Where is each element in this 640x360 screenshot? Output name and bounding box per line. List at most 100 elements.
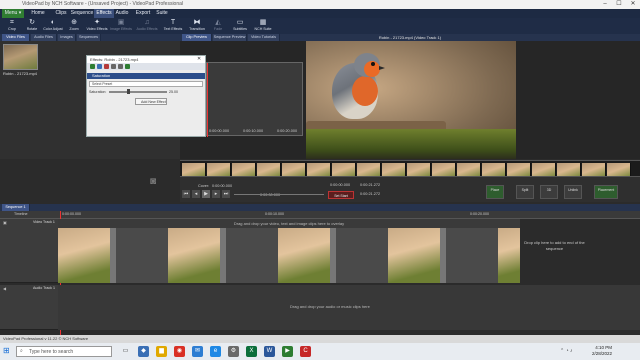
tab-video-tutorials[interactable]: Video Tutorials	[248, 34, 280, 41]
unlink-button[interactable]: Unlink	[564, 185, 582, 199]
tab-clip-preview[interactable]: Clip Preview	[182, 34, 212, 41]
graph-time-2: 0:00:20.000	[277, 129, 298, 133]
video-clip-frame[interactable]	[168, 228, 220, 283]
placement-button[interactable]: Placement	[594, 185, 618, 199]
remove-effect-icon[interactable]	[104, 64, 109, 69]
play-button[interactable]: ▶	[202, 190, 210, 198]
menu-item-export[interactable]: Export	[134, 9, 152, 18]
video-effects-button[interactable]: ✦ Video Effects	[86, 19, 108, 33]
menu-item-clips[interactable]: Clips	[52, 9, 70, 18]
edge-icon[interactable]: e	[210, 346, 221, 357]
saturation-slider-thumb[interactable]	[127, 89, 130, 94]
menu-item-effects[interactable]: Effects	[94, 9, 114, 18]
track-visible-icon[interactable]: ▣	[3, 220, 7, 225]
file-explorer-icon[interactable]: ▆	[156, 346, 167, 357]
taskbar-clock[interactable]: 4:10 PM 2/28/2022	[592, 345, 612, 357]
graph-playhead[interactable]	[207, 63, 208, 137]
clip-gap	[440, 228, 446, 283]
move-up-icon[interactable]	[111, 64, 116, 69]
excel-icon[interactable]: X	[246, 346, 257, 357]
video-clip-frame[interactable]	[388, 228, 440, 283]
tab-audio-files[interactable]: Audio Files	[31, 34, 57, 41]
taskbar: ⊞ Type here to search ⌕ ▭ ◆ ▆ ◉ ✉ e ⚙ X …	[0, 343, 640, 360]
film-frame	[507, 163, 531, 176]
tab-video-files[interactable]: Video Files	[2, 34, 30, 41]
minimize-button[interactable]: –	[598, 0, 612, 9]
word-icon[interactable]: W	[264, 346, 275, 357]
saturation-value[interactable]: 25.00	[169, 90, 178, 94]
taskbar-search[interactable]: Type here to search	[16, 346, 112, 357]
zoom-button[interactable]: ⊕ Zoom	[64, 19, 84, 33]
subtitles-button[interactable]: ▭ Subtitles	[230, 19, 250, 33]
timeline-ruler[interactable]: Timeline 0:00:00.000 0:00:10.000 0:00:20…	[0, 211, 640, 219]
bin-tab-bar: Video Files Audio Files Images Sequences	[0, 34, 180, 41]
nch-suite-button[interactable]: ▦ NCH Suite	[252, 19, 274, 33]
app-icon[interactable]: C	[300, 346, 311, 357]
scrub-bar[interactable]	[234, 194, 324, 195]
effects-close-icon[interactable]: ✕	[197, 56, 201, 62]
place-label: Place	[490, 188, 500, 192]
menu-item-home[interactable]: Home	[28, 9, 48, 18]
maximize-button[interactable]: ☐	[612, 0, 626, 9]
video-clip-frame[interactable]	[498, 228, 520, 283]
settings-icon[interactable]: ⚙	[228, 346, 239, 357]
effects-window: Effects: Robin - 21723.mp4 ✕ Saturation …	[86, 55, 206, 137]
audio-effects-button[interactable]: ♫ Audio Effects	[136, 19, 158, 33]
image-effects-button[interactable]: ▣ Image Effects	[110, 19, 132, 33]
menu-item-suite[interactable]: Suite	[154, 9, 170, 18]
audio-effects-icon: ♫	[144, 19, 150, 26]
chrome-icon[interactable]: ◉	[174, 346, 185, 357]
mail-icon[interactable]: ✉	[192, 346, 203, 357]
set-start-button[interactable]: Set Start	[328, 191, 354, 199]
forward-button[interactable]: ▸	[212, 190, 220, 198]
overlay-hint: Drag and drop your video, text and image…	[233, 221, 345, 226]
rewind-button[interactable]: ◂	[192, 190, 200, 198]
keyframe-icon[interactable]	[125, 64, 130, 69]
crop-button[interactable]: ⌗ Crop	[2, 19, 22, 33]
video-clip-frame[interactable]	[278, 228, 330, 283]
end-drop-zone[interactable]: Drop clip here to add to end of the sequ…	[522, 240, 587, 251]
add-effect-icon[interactable]	[90, 64, 95, 69]
robin-beak	[379, 66, 385, 70]
move-down-icon[interactable]	[118, 64, 123, 69]
graph-time-0: 0:00:00.000	[209, 129, 230, 133]
system-tray-icons[interactable]: ⌃ ◔ ♪	[560, 348, 573, 354]
saturation-slider[interactable]	[109, 91, 167, 93]
fade-button[interactable]: ◭ Fade	[208, 19, 228, 33]
tab-sequences[interactable]: Sequences	[77, 34, 101, 41]
keyframe-graph[interactable]: 0:00:00.000 0:00:10.000 0:00:20.000	[206, 62, 303, 137]
effect-name: Saturation	[92, 73, 111, 78]
video-viewer[interactable]	[306, 41, 516, 159]
speaker-icon[interactable]: ◀	[3, 286, 6, 291]
prev-frame-button[interactable]: ⏮	[182, 190, 190, 198]
preset-select[interactable]: Select Preset	[89, 81, 203, 87]
tab-sequence-1[interactable]: Sequence 1	[2, 204, 30, 211]
3d-button[interactable]: 3D	[540, 185, 558, 199]
video-clip-frame[interactable]	[58, 228, 110, 283]
add-new-effect-button[interactable]: Add New Effect	[135, 98, 167, 105]
tab-sequence-preview[interactable]: Sequence Preview	[213, 34, 247, 41]
color-adjust-button[interactable]: ◐ Color Adjust	[42, 19, 64, 33]
video-track[interactable]	[58, 228, 520, 283]
overlay-drop-zone[interactable]: Drag and drop your video, text and image…	[58, 219, 520, 228]
menu-item-menu[interactable]: Menu ▾	[2, 9, 24, 18]
text-effects-button[interactable]: T Text Effects	[162, 19, 184, 33]
copy-effect-icon[interactable]	[97, 64, 102, 69]
close-button[interactable]: ✕	[626, 0, 640, 9]
split-button[interactable]: Split	[516, 185, 534, 199]
effect-header[interactable]: Saturation	[87, 73, 205, 79]
clip-thumbnail[interactable]	[3, 44, 38, 70]
task-view-icon[interactable]: ▭	[120, 346, 131, 357]
fade-icon: ◭	[215, 19, 221, 26]
menu-item-sequence[interactable]: Sequence	[70, 9, 94, 18]
next-frame-button[interactable]: ⏭	[222, 190, 230, 198]
transition-button[interactable]: ⧓ Transition	[186, 19, 208, 33]
videopad-icon[interactable]: ▶	[282, 346, 293, 357]
menu-item-audio[interactable]: Audio	[114, 9, 130, 18]
place-button[interactable]: Place	[486, 185, 504, 199]
widgets-icon[interactable]: ◆	[138, 346, 149, 357]
rotate-button[interactable]: ↻ Rotate	[22, 19, 42, 33]
tab-images[interactable]: Images	[58, 34, 76, 41]
clip-filmstrip[interactable]	[180, 160, 640, 177]
windows-start-icon[interactable]: ⊞	[3, 346, 10, 355]
